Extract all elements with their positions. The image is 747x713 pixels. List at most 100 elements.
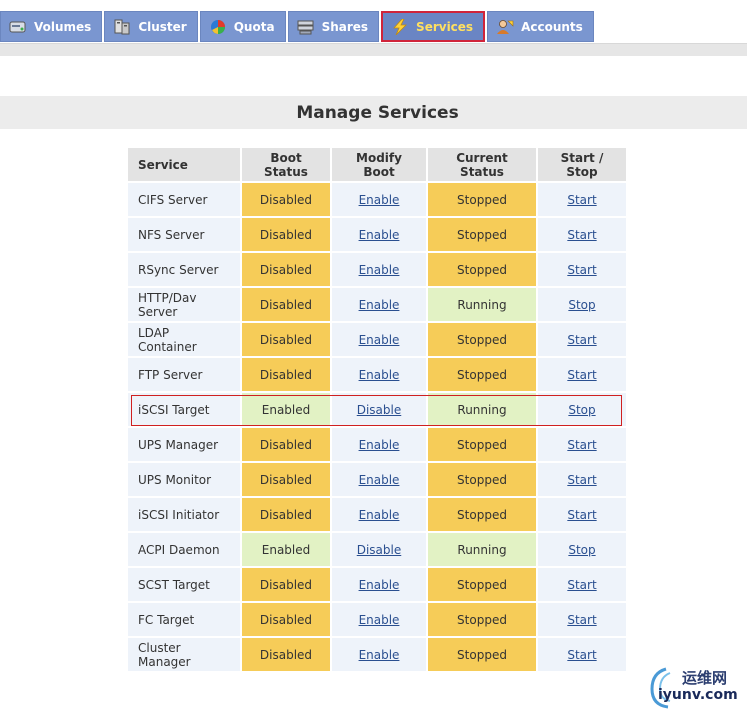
table-row: RSync Server Disabled Enable Stopped Start	[128, 253, 626, 286]
modify-boot-cell: Enable	[332, 638, 426, 671]
stop-service-link[interactable]: Stop	[568, 403, 595, 417]
accounts-icon	[496, 19, 514, 35]
boot-status-cell: Disabled	[242, 638, 330, 671]
page-title-bar: Manage Services	[0, 96, 747, 129]
header-current-status: Current Status	[428, 148, 536, 181]
table-row: NFS Server Disabled Enable Stopped Start	[128, 218, 626, 251]
start-service-link[interactable]: Start	[567, 473, 596, 487]
stop-service-link[interactable]: Stop	[568, 543, 595, 557]
modify-boot-cell: Enable	[332, 603, 426, 636]
modify-boot-cell: Enable	[332, 323, 426, 356]
start-service-link[interactable]: Start	[567, 578, 596, 592]
volumes-icon	[9, 19, 27, 35]
start-service-link[interactable]: Start	[567, 648, 596, 662]
watermark-url-text: iyunv.com	[658, 687, 738, 703]
current-status-cell: Running	[428, 288, 536, 321]
current-status-cell: Stopped	[428, 253, 536, 286]
enable-boot-link[interactable]: Enable	[359, 263, 400, 277]
service-name-cell: NFS Server	[128, 218, 240, 251]
modify-boot-cell: Enable	[332, 428, 426, 461]
enable-boot-link[interactable]: Enable	[359, 438, 400, 452]
tab-volumes[interactable]: Volumes	[0, 11, 103, 42]
service-name-cell: LDAP Container	[128, 323, 240, 356]
start-stop-cell: Stop	[538, 533, 626, 566]
service-name-cell: ACPI Daemon	[128, 533, 240, 566]
start-stop-cell: Stop	[538, 288, 626, 321]
start-service-link[interactable]: Start	[567, 193, 596, 207]
boot-status-cell: Disabled	[242, 358, 330, 391]
enable-boot-link[interactable]: Enable	[359, 298, 400, 312]
modify-boot-cell: Enable	[332, 288, 426, 321]
boot-status-cell: Disabled	[242, 323, 330, 356]
start-stop-cell: Start	[538, 498, 626, 531]
start-stop-cell: Start	[538, 463, 626, 496]
start-service-link[interactable]: Start	[567, 438, 596, 452]
boot-status-cell: Disabled	[242, 498, 330, 531]
table-row: LDAP Container Disabled Enable Stopped Start	[128, 323, 626, 356]
modify-boot-cell: Disable	[332, 533, 426, 566]
start-stop-cell: Start	[538, 323, 626, 356]
start-stop-cell: Start	[538, 638, 626, 671]
start-service-link[interactable]: Start	[567, 263, 596, 277]
table-header-row: Service Boot Status Modify Boot Current …	[128, 148, 626, 181]
start-stop-cell: Start	[538, 603, 626, 636]
boot-status-cell: Disabled	[242, 253, 330, 286]
table-row: ACPI Daemon Enabled Disable Running Stop	[128, 533, 626, 566]
modify-boot-cell: Enable	[332, 498, 426, 531]
boot-status-cell: Enabled	[242, 533, 330, 566]
tab-underline	[0, 43, 747, 56]
modify-boot-cell: Enable	[332, 568, 426, 601]
table-row: iSCSI Initiator Disabled Enable Stopped Star…	[128, 498, 626, 531]
current-status-cell: Stopped	[428, 428, 536, 461]
start-service-link[interactable]: Start	[567, 368, 596, 382]
service-name-cell: FC Target	[128, 603, 240, 636]
enable-boot-link[interactable]: Enable	[359, 333, 400, 347]
enable-boot-link[interactable]: Enable	[359, 613, 400, 627]
tab-accounts[interactable]: Accounts	[487, 11, 594, 42]
service-name-cell: HTTP/Dav Server	[128, 288, 240, 321]
start-service-link[interactable]: Start	[567, 333, 596, 347]
watermark-logo: 运维网 iyunv.com	[648, 665, 744, 709]
disable-boot-link[interactable]: Disable	[357, 403, 402, 417]
tab-label: Cluster	[138, 19, 187, 34]
quota-icon	[209, 19, 227, 35]
header-service: Service	[128, 148, 240, 181]
start-stop-cell: Start	[538, 568, 626, 601]
tab-shares[interactable]: Shares	[287, 11, 380, 42]
enable-boot-link[interactable]: Enable	[359, 648, 400, 662]
current-status-cell: Stopped	[428, 568, 536, 601]
current-status-cell: Running	[428, 393, 536, 426]
enable-boot-link[interactable]: Enable	[359, 368, 400, 382]
start-stop-cell: Start	[538, 253, 626, 286]
table-row: Cluster Manager Disabled Enable Stopped Star…	[128, 638, 626, 671]
modify-boot-cell: Enable	[332, 183, 426, 216]
current-status-cell: Stopped	[428, 603, 536, 636]
current-status-cell: Stopped	[428, 323, 536, 356]
tab-services[interactable]: Services	[381, 11, 486, 42]
enable-boot-link[interactable]: Enable	[359, 578, 400, 592]
start-stop-cell: Stop	[538, 393, 626, 426]
service-name-cell: iSCSI Target	[128, 393, 240, 426]
service-name-cell: CIFS Server	[128, 183, 240, 216]
tab-cluster[interactable]: Cluster	[104, 11, 198, 42]
table-row: iSCSI Target Enabled Disable Running Stop	[128, 393, 626, 426]
page-title: Manage Services	[296, 102, 459, 123]
tab-quota[interactable]: Quota	[199, 11, 286, 42]
disable-boot-link[interactable]: Disable	[357, 543, 402, 557]
header-boot-status: Boot Status	[242, 148, 330, 181]
enable-boot-link[interactable]: Enable	[359, 193, 400, 207]
stop-service-link[interactable]: Stop	[568, 298, 595, 312]
boot-status-cell: Disabled	[242, 568, 330, 601]
start-service-link[interactable]: Start	[567, 613, 596, 627]
service-name-cell: UPS Manager	[128, 428, 240, 461]
enable-boot-link[interactable]: Enable	[359, 228, 400, 242]
enable-boot-link[interactable]: Enable	[359, 508, 400, 522]
enable-boot-link[interactable]: Enable	[359, 473, 400, 487]
start-service-link[interactable]: Start	[567, 228, 596, 242]
watermark-cn-text: 运维网	[682, 669, 728, 687]
modify-boot-cell: Enable	[332, 253, 426, 286]
start-stop-cell: Start	[538, 218, 626, 251]
top-navigation-bar: Volumes Cluster Quota Shares Services Ac…	[0, 0, 747, 56]
start-service-link[interactable]: Start	[567, 508, 596, 522]
modify-boot-cell: Enable	[332, 358, 426, 391]
